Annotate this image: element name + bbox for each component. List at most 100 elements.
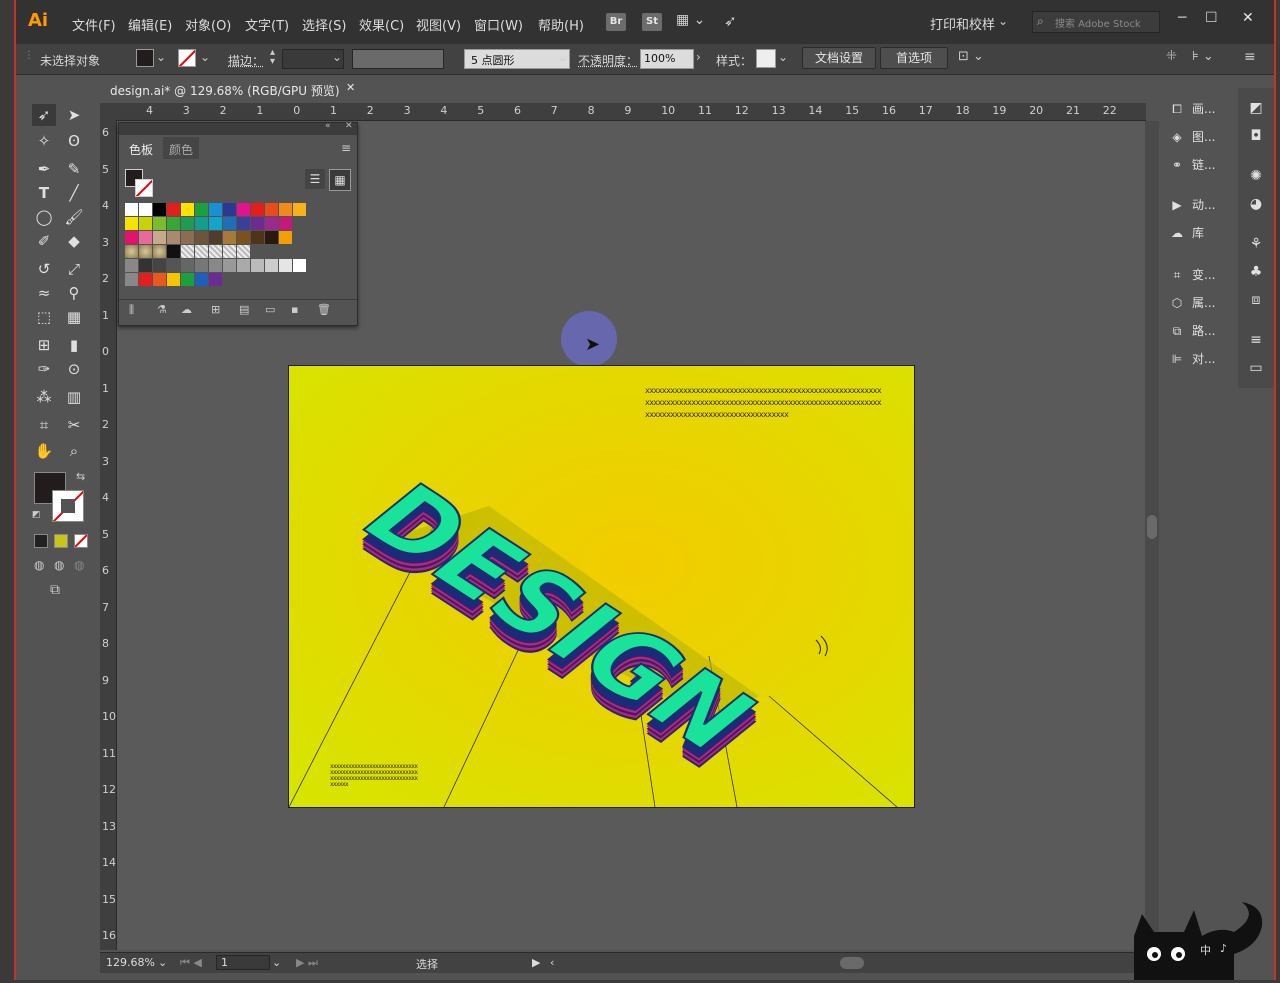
chevron-down-icon[interactable]: ⌄ <box>332 50 342 64</box>
none-mode-icon[interactable] <box>74 534 88 548</box>
eyedropper-tool-icon[interactable]: ✑ <box>32 358 56 380</box>
color-swatch[interactable] <box>209 231 222 244</box>
menu-window[interactable]: 窗口(W) <box>474 15 523 34</box>
status-menu-icon[interactable]: ▶ <box>532 956 540 969</box>
transform-panel-button[interactable]: ⌗ 变... <box>1168 266 1216 288</box>
swatch-options-icon[interactable]: ⊞ <box>211 303 220 316</box>
chevron-down-icon[interactable]: ⌄ <box>158 956 167 969</box>
brush-definition-select[interactable]: 5 点圆形 <box>464 49 570 69</box>
pen-tool-icon[interactable]: ✒ <box>32 158 56 180</box>
color-group-folder-icon[interactable] <box>125 273 138 286</box>
color-swatch[interactable] <box>279 259 292 272</box>
pattern-swatch[interactable] <box>167 245 180 258</box>
free-transform-tool-icon[interactable]: ⬚ <box>32 306 56 328</box>
color-swatch[interactable] <box>223 231 236 244</box>
text-block-top[interactable]: xxxxxxxxxxxxxxxxxxxxxxxxxxxxxxxxxxxxxxxx… <box>645 386 882 419</box>
graphic-style-swatch[interactable] <box>756 49 776 68</box>
color-swatch[interactable] <box>237 217 250 230</box>
menu-select[interactable]: 选择(S) <box>302 15 346 34</box>
color-swatch[interactable] <box>195 231 208 244</box>
color-swatch[interactable] <box>265 231 278 244</box>
cloud-library-icon[interactable]: ☁ <box>181 303 192 316</box>
warp-tool-icon[interactable]: ≈ <box>32 282 56 304</box>
color-swatch[interactable] <box>181 217 194 230</box>
graphic-styles-icon[interactable]: ⧈ <box>1246 292 1266 312</box>
gradient-tool-icon[interactable]: ▮ <box>62 334 86 356</box>
stock-icon[interactable]: St <box>642 13 662 31</box>
curvature-tool-icon[interactable]: ✎ <box>62 158 86 180</box>
pattern-swatch[interactable] <box>195 245 208 258</box>
menu-edit[interactable]: 编辑(E) <box>128 15 172 34</box>
stock-search-field[interactable]: ⌕ 搜索 Adobe Stock <box>1032 11 1160 33</box>
actions-panel-button[interactable]: ▶ 动... <box>1168 196 1215 218</box>
color-swatch[interactable] <box>279 203 292 216</box>
horizontal-scroll-thumb[interactable] <box>840 957 864 969</box>
paintbrush-tool-icon[interactable]: 🖌 <box>62 206 86 228</box>
direct-selection-tool-icon[interactable]: ➤ <box>62 104 86 126</box>
align-options-icon[interactable]: ⊡ ⌄ <box>958 49 984 64</box>
pattern-swatch[interactable] <box>139 245 152 258</box>
list-view-icon[interactable]: ☰ <box>305 169 325 189</box>
color-swatch[interactable] <box>125 217 138 230</box>
color-swatch[interactable] <box>251 217 264 230</box>
first-artboard-icon[interactable]: ⏮ ◀ <box>180 956 202 970</box>
lasso-tool-icon[interactable]: ʘ <box>62 130 86 152</box>
close-icon[interactable]: ✕ <box>1242 10 1254 26</box>
pattern-swatch[interactable] <box>153 245 166 258</box>
fill-color-swatch[interactable] <box>136 49 154 67</box>
color-swatch[interactable] <box>237 203 250 216</box>
chevron-down-icon[interactable]: ⌄ <box>156 50 166 64</box>
stroke-label[interactable]: 描边： <box>228 52 264 69</box>
color-swatch[interactable] <box>139 203 152 216</box>
pattern-swatch[interactable] <box>181 245 194 258</box>
preferences-button[interactable]: 首选项 <box>880 47 948 69</box>
libraries-panel-button[interactable]: ☁ 库 <box>1168 224 1204 246</box>
variable-width-profile[interactable] <box>352 49 444 69</box>
shaper-tool-icon[interactable]: ✐ <box>32 230 56 252</box>
draw-inside-icon[interactable]: ◍ <box>74 558 84 572</box>
arrange-documents-icon[interactable]: ▦ ⌄ <box>676 12 705 28</box>
panel-menu-icon[interactable]: ≡ <box>341 141 351 155</box>
puppet-warp-tool-icon[interactable]: ⚲ <box>62 282 86 304</box>
color-swatch[interactable] <box>195 203 208 216</box>
close-tab-icon[interactable]: ✕ <box>346 81 355 94</box>
color-swatch[interactable] <box>181 203 194 216</box>
pattern-swatch[interactable] <box>125 245 138 258</box>
color-swatch[interactable] <box>181 231 194 244</box>
hand-tool-icon[interactable]: ✋ <box>32 440 56 462</box>
pattern-swatch[interactable] <box>209 245 222 258</box>
color-swatch[interactable] <box>223 259 236 272</box>
color-swatch[interactable] <box>195 217 208 230</box>
menu-effect[interactable]: 效果(C) <box>359 15 404 34</box>
tab-swatches[interactable]: 色板 <box>123 137 159 161</box>
artboard[interactable]: DESIGN DESIGN xxxxxxxxxxxxxxxxxxxxxxxxxx… <box>288 365 915 808</box>
screen-mode-icon[interactable]: ⧉ <box>50 582 60 598</box>
scale-tool-icon[interactable]: ⤢ <box>62 258 86 280</box>
panel-header[interactable]: « ✕ <box>119 121 357 135</box>
color-swatch[interactable] <box>153 273 166 286</box>
color-swatch[interactable] <box>293 259 306 272</box>
color-swatch[interactable] <box>209 217 222 230</box>
chevron-down-icon[interactable]: ⌄ <box>558 50 568 64</box>
delete-swatch-icon[interactable]: 🗑 <box>317 303 331 316</box>
stroke-stepper-icon[interactable]: ▴ ▾ <box>270 48 275 67</box>
pattern-swatch[interactable] <box>223 245 236 258</box>
chevron-down-icon[interactable]: ⌄ <box>778 50 788 64</box>
color-group-folder-icon[interactable] <box>125 259 138 272</box>
color-swatch[interactable] <box>223 203 236 216</box>
new-swatch-icon[interactable]: ▪ <box>291 303 298 316</box>
perspective-grid-tool-icon[interactable]: ▦ <box>62 306 86 328</box>
color-guide-icon[interactable]: ✺ <box>1246 168 1266 188</box>
brushes-panel-icon[interactable]: ⚘ <box>1246 236 1266 256</box>
default-colors-icon[interactable]: ◩ <box>32 510 41 520</box>
opacity-input[interactable]: 100% <box>640 49 694 69</box>
document-setup-button[interactable]: 文档设置 <box>802 47 876 69</box>
menu-object[interactable]: 对象(O) <box>185 15 231 34</box>
color-panel-icon[interactable]: ◕ <box>1246 196 1266 216</box>
tab-color[interactable]: 颜色 <box>163 137 199 159</box>
color-swatch[interactable] <box>139 273 152 286</box>
color-swatch[interactable] <box>167 273 180 286</box>
slice-tool-icon[interactable]: ✂ <box>62 414 86 436</box>
workspace-switcher[interactable]: 打印和校样 <box>930 14 995 33</box>
color-swatch[interactable] <box>279 231 292 244</box>
